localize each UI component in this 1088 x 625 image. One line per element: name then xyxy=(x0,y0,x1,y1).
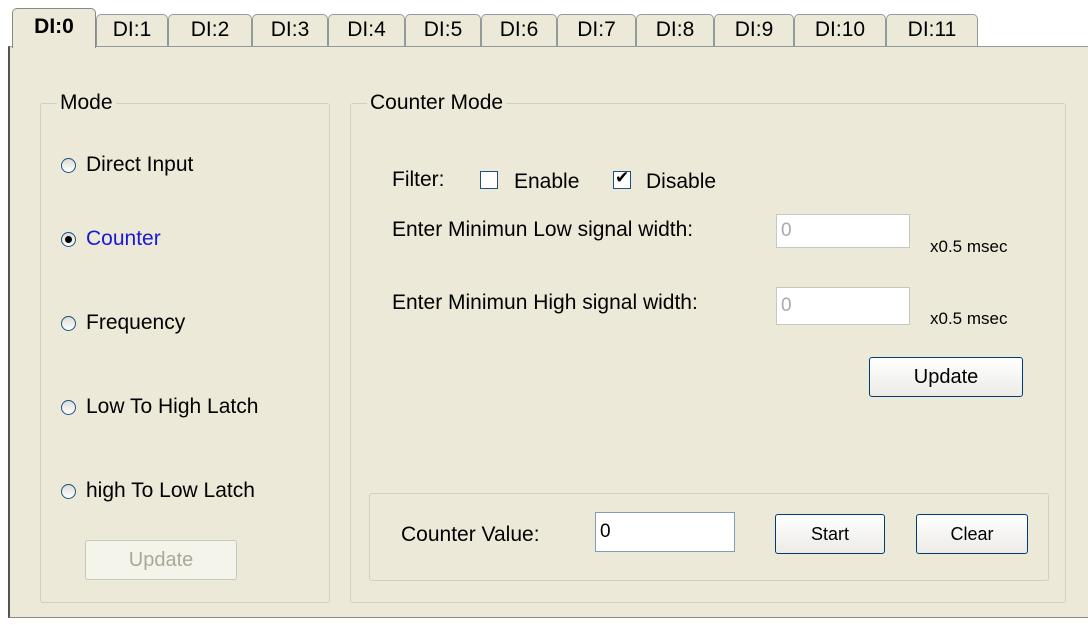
radio-counter[interactable]: Counter xyxy=(61,226,161,252)
low-width-unit: x0.5 msec xyxy=(930,237,1008,256)
radio-label: Frequency xyxy=(86,311,186,334)
tab-di-6[interactable]: DI:6 xyxy=(481,14,557,46)
tab-strip: DI:0 DI:1 DI:2 DI:3 DI:4 DI:5 DI:6 DI:7 … xyxy=(12,8,1088,48)
clear-button[interactable]: Clear xyxy=(916,514,1028,554)
tab-di-0[interactable]: DI:0 xyxy=(12,8,96,48)
start-button[interactable]: Start xyxy=(775,514,885,554)
counter-mode-group: Counter Mode Filter: Enable Disable Ente… xyxy=(350,90,1066,603)
tab-di-7[interactable]: DI:7 xyxy=(557,14,636,46)
radio-icon xyxy=(61,399,76,415)
radio-icon xyxy=(61,315,76,331)
high-width-unit: x0.5 msec xyxy=(930,309,1008,328)
filter-update-button[interactable]: Update xyxy=(869,357,1023,397)
mode-group-title: Mode xyxy=(57,90,116,116)
tab-di-11[interactable]: DI:11 xyxy=(886,14,978,46)
filter-enable-checkbox[interactable] xyxy=(480,171,498,189)
low-width-label: Enter Minimun Low signal width: xyxy=(392,218,694,241)
radio-label: high To Low Latch xyxy=(86,479,255,502)
low-width-input[interactable] xyxy=(776,214,910,248)
tab-di-9[interactable]: DI:9 xyxy=(714,14,794,46)
tab-di-1[interactable]: DI:1 xyxy=(96,14,168,46)
radio-direct-input[interactable]: Direct Input xyxy=(61,152,193,178)
counter-mode-group-title: Counter Mode xyxy=(367,90,507,116)
filter-disable-label: Disable xyxy=(646,170,717,193)
radio-icon xyxy=(61,157,76,173)
tab-panel: Mode Direct Input Counter Frequency Low … xyxy=(8,46,1088,618)
tab-di-8[interactable]: DI:8 xyxy=(636,14,714,46)
radio-label: Counter xyxy=(86,227,161,250)
high-width-label: Enter Minimun High signal width: xyxy=(392,291,698,314)
radio-frequency[interactable]: Frequency xyxy=(61,310,185,336)
counter-value-field[interactable] xyxy=(595,512,735,552)
radio-icon xyxy=(61,231,76,247)
tab-di-10[interactable]: DI:10 xyxy=(794,14,886,46)
counter-value-label: Counter Value: xyxy=(401,523,540,546)
tab-di-3[interactable]: DI:3 xyxy=(252,14,328,46)
filter-label: Filter: xyxy=(392,168,445,191)
tab-di-4[interactable]: DI:4 xyxy=(328,14,405,46)
mode-group: Mode Direct Input Counter Frequency Low … xyxy=(40,90,330,603)
high-width-input[interactable] xyxy=(776,287,910,325)
tab-di-5[interactable]: DI:5 xyxy=(405,14,481,46)
radio-label: Low To High Latch xyxy=(86,395,259,418)
filter-disable-checkbox[interactable] xyxy=(613,168,631,189)
tab-di-2[interactable]: DI:2 xyxy=(168,14,252,46)
radio-label: Direct Input xyxy=(86,153,194,176)
radio-low-to-high-latch[interactable]: Low To High Latch xyxy=(61,394,258,420)
mode-update-button[interactable]: Update xyxy=(85,540,237,580)
filter-enable-label: Enable xyxy=(514,170,580,193)
radio-icon xyxy=(61,483,76,499)
radio-high-to-low-latch[interactable]: high To Low Latch xyxy=(61,478,255,504)
